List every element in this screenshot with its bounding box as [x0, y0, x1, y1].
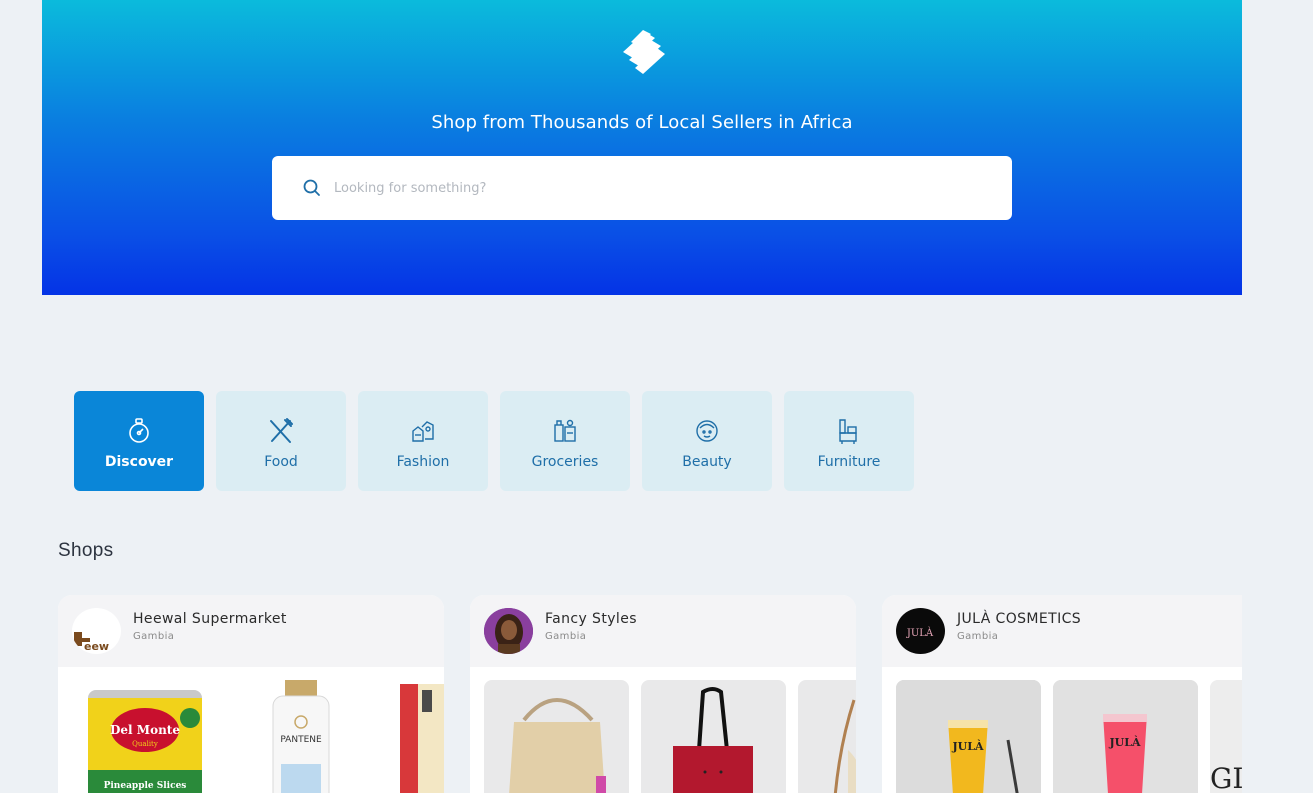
shop-card[interactable]: eew Heewal Supermarket Gambia Del Monte … — [58, 595, 444, 793]
can-product-text: Pineapple Slices — [104, 781, 187, 791]
red-tote-bag-image — [673, 687, 753, 793]
shop-country: Gambia — [957, 631, 999, 642]
product-thumbnail[interactable]: PANTENE — [229, 680, 374, 793]
category-label: Food — [264, 454, 298, 470]
banner-text: GI — [1210, 762, 1242, 793]
category-label: Discover — [104, 454, 174, 470]
category-fashion[interactable]: Fashion — [358, 391, 488, 491]
search-input[interactable] — [334, 174, 974, 202]
furniture-icon — [839, 419, 857, 444]
shop-logo-image: JULÀ — [906, 627, 934, 639]
bottle-brand-text: PANTENE — [280, 735, 322, 745]
category-label: Groceries — [531, 454, 599, 470]
category-label: Furniture — [817, 454, 881, 470]
category-groceries[interactable]: Groceries — [500, 391, 630, 491]
category-food[interactable]: Food — [216, 391, 346, 491]
shop-avatar[interactable] — [484, 608, 533, 654]
beige-handbag-image — [509, 698, 606, 793]
stopwatch-icon — [129, 418, 149, 443]
tube-brand-text: JULÀ — [1108, 735, 1141, 749]
hero-tagline: Shop from Thousands of Local Sellers in … — [431, 112, 853, 133]
can-brand-text: Del Monte — [110, 723, 180, 737]
product-thumbnail[interactable] — [798, 680, 856, 793]
search-bar[interactable] — [272, 156, 1012, 220]
straw-bag-image — [833, 699, 856, 793]
shop-card-header: JULÀ JULÀ COSMETICS Gambia — [882, 595, 1242, 667]
shop-logo-image — [484, 608, 533, 654]
product-thumbnail[interactable]: Del Monte Quality Pineapple Slices — [72, 680, 217, 793]
shop-logo-text: eew — [84, 640, 109, 653]
category-label: Beauty — [682, 454, 732, 470]
shop-avatar[interactable]: JULÀ — [896, 608, 945, 654]
category-discover[interactable]: Discover — [74, 391, 204, 491]
product-thumbnail[interactable]: GI — [1210, 680, 1242, 793]
shops-carousel[interactable]: eew Heewal Supermarket Gambia Del Monte … — [58, 595, 1242, 793]
shop-name[interactable]: Heewal Supermarket — [133, 611, 287, 627]
shops-section-title: Shops — [58, 540, 114, 561]
pineapple-can-image: Del Monte Quality Pineapple Slices — [88, 690, 202, 793]
shop-name[interactable]: JULÀ COSMETICS — [957, 611, 1081, 627]
category-beauty[interactable]: Beauty — [642, 391, 772, 491]
category-furniture[interactable]: Furniture — [784, 391, 914, 491]
category-tabs: Discover Food Fashion Groceries Beauty F… — [74, 391, 914, 491]
text-banner-image: GI — [1210, 680, 1242, 793]
category-label: Fashion — [396, 454, 450, 470]
clothes-icon — [412, 421, 434, 442]
shop-logo-text: JULÀ — [906, 627, 934, 639]
can-quality-text: Quality — [132, 740, 158, 748]
shop-name[interactable]: Fancy Styles — [545, 611, 637, 627]
product-thumbnail[interactable]: JULÀ — [896, 680, 1041, 793]
grocery-icon — [554, 419, 576, 442]
shop-logo-image: eew — [74, 632, 109, 653]
shampoo-bottle-image: PANTENE — [272, 680, 330, 793]
shop-card[interactable]: Fancy Styles Gambia — [470, 595, 856, 793]
shop-card[interactable]: JULÀ JULÀ COSMETICS Gambia JULÀ JULÀ GI — [882, 595, 1242, 793]
brand-logo-icon[interactable] — [617, 28, 667, 78]
pink-gel-tube-image: JULÀ — [1053, 680, 1198, 793]
shop-card-header: Fancy Styles Gambia — [470, 595, 856, 667]
tube-brand-text: JULÀ — [951, 739, 984, 753]
product-thumbnail[interactable] — [484, 680, 629, 793]
shop-country: Gambia — [545, 631, 587, 642]
product-thumbnail[interactable] — [641, 680, 786, 793]
face-icon — [696, 420, 718, 442]
hero-banner: Shop from Thousands of Local Sellers in … — [42, 0, 1242, 295]
search-icon[interactable] — [302, 178, 322, 198]
product-box-image — [400, 684, 444, 793]
fork-knife-icon — [270, 418, 293, 443]
shop-country: Gambia — [133, 631, 175, 642]
product-thumbnail[interactable]: JULÀ — [1053, 680, 1198, 793]
yellow-gel-tube-image: JULÀ — [896, 680, 1041, 793]
shop-card-header: eew Heewal Supermarket Gambia — [58, 595, 444, 667]
shop-avatar[interactable]: eew — [72, 608, 121, 654]
product-thumbnail[interactable] — [386, 680, 444, 793]
